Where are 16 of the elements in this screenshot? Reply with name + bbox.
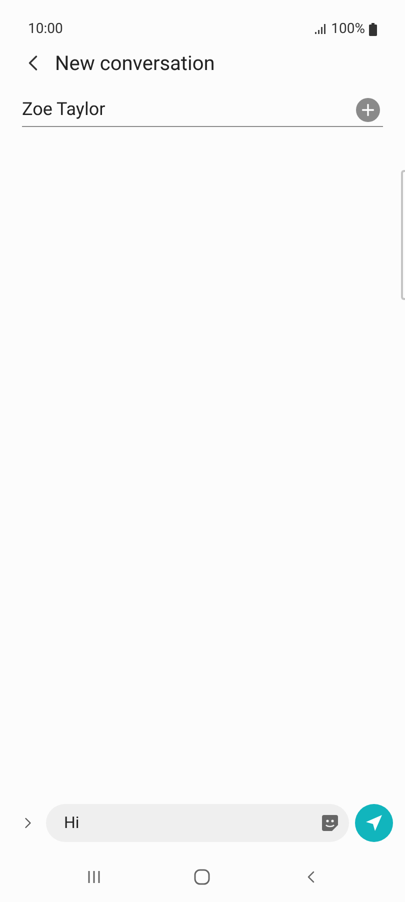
- message-field[interactable]: Hi: [46, 804, 349, 842]
- recipient-name: Zoe Taylor: [22, 99, 106, 120]
- home-icon: [194, 869, 210, 885]
- screen-title: New conversation: [55, 50, 215, 77]
- status-time: 10:00: [28, 20, 63, 38]
- signal-icon: [315, 24, 328, 34]
- recent-apps-icon: [87, 870, 102, 884]
- battery-icon: [369, 22, 377, 36]
- sticker-icon[interactable]: [321, 814, 339, 832]
- add-recipient-button[interactable]: [356, 98, 380, 122]
- battery-percentage: 100%: [331, 20, 365, 38]
- send-icon: [364, 813, 384, 833]
- send-button[interactable]: [355, 804, 393, 842]
- recipient-field[interactable]: Zoe Taylor: [22, 93, 383, 127]
- message-text: Hi: [64, 813, 80, 832]
- edge-panel-handle[interactable]: [401, 170, 405, 300]
